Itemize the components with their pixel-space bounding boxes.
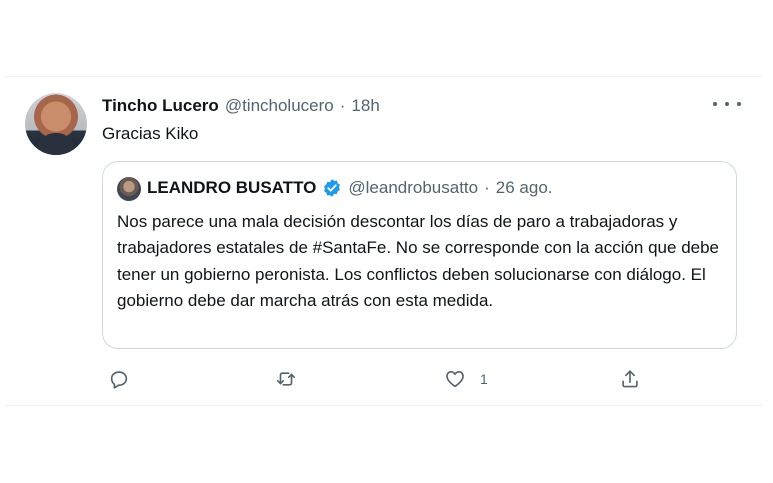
quoted-author-avatar — [117, 177, 141, 201]
reply-button[interactable] — [108, 367, 130, 391]
quoted-separator: · — [484, 178, 490, 197]
like-button[interactable]: 1 — [444, 367, 488, 391]
like-count: 1 — [480, 371, 488, 387]
quoted-author-name: LEANDRO BUSATTO — [147, 178, 317, 197]
share-button[interactable] — [619, 367, 641, 391]
tweet-actions: 1 — [102, 367, 742, 391]
author-name[interactable]: Tincho Lucero — [102, 96, 219, 116]
quoted-timestamp: 26 ago. — [495, 178, 553, 197]
retweet-button[interactable] — [275, 367, 297, 391]
verified-badge-icon — [324, 179, 341, 197]
tweet-card[interactable]: Tincho Lucero @tincholucero · 18h Gracia… — [5, 76, 762, 406]
tweet-timestamp[interactable]: 18h — [351, 96, 379, 116]
share-icon — [622, 370, 638, 388]
more-options-icon[interactable] — [713, 95, 741, 113]
retweet-icon — [276, 372, 296, 386]
quoted-tweet-header: LEANDRO BUSATTO @leandrobusatto · 26 ago… — [147, 178, 553, 198]
author-avatar[interactable] — [25, 93, 87, 155]
tweet-header: Tincho Lucero @tincholucero · 18h — [102, 96, 380, 116]
quoted-tweet-text: Nos parece una mala decisión descontar l… — [117, 212, 720, 311]
separator: · — [339, 96, 346, 115]
author-handle[interactable]: @tincholucero — [225, 96, 334, 116]
tweet-text: Gracias Kiko — [102, 124, 199, 143]
quoted-tweet[interactable]: LEANDRO BUSATTO @leandrobusatto · 26 ago… — [102, 161, 737, 349]
quoted-author-handle: @leandrobusatto — [348, 178, 479, 197]
reply-icon — [110, 371, 128, 389]
heart-icon — [446, 371, 464, 388]
